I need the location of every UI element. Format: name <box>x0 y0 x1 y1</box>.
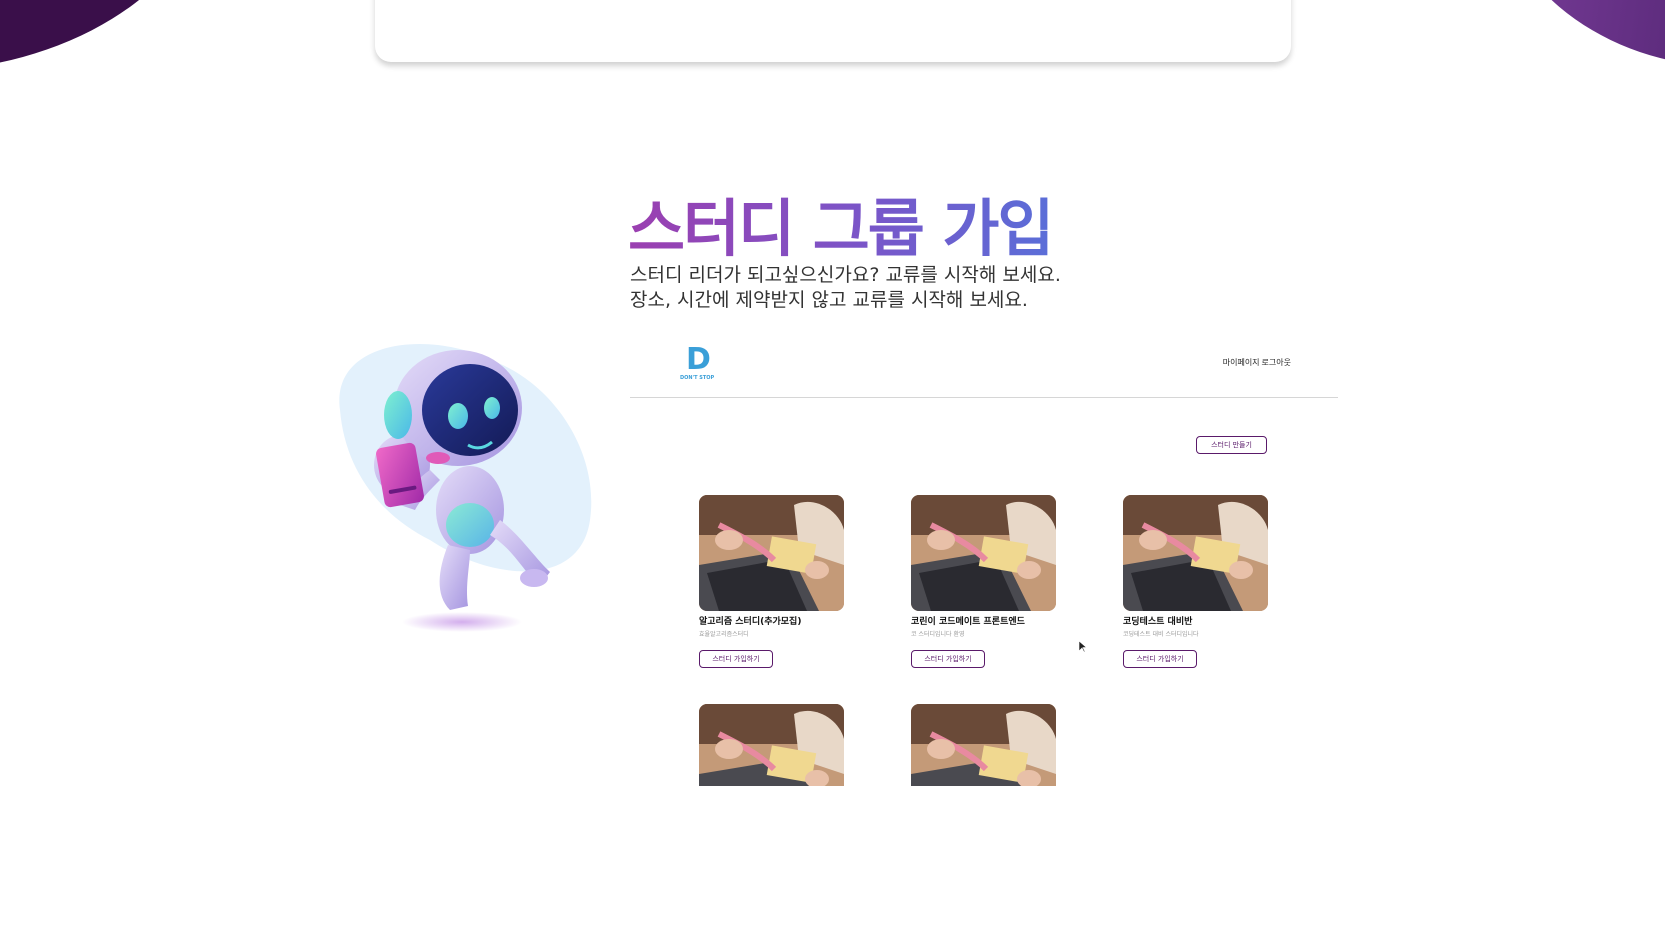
study-card: 알고리즘 스터디(추가모집) 효율알고리즘스터디 스터디 가입하기 <box>699 495 845 668</box>
study-card <box>699 704 845 786</box>
study-name: 코린이 코드메이트 프론트엔드 <box>911 617 1025 627</box>
study-image <box>911 495 1056 611</box>
study-card <box>911 704 1057 786</box>
study-thumbnail[interactable] <box>911 495 1056 611</box>
study-description: 코 스터디입니다 환영 <box>911 631 965 638</box>
study-thumbnail[interactable] <box>1123 495 1268 611</box>
create-study-button[interactable]: 스터디 만들기 <box>1196 436 1267 454</box>
nav-links: 마이페이지 로그아웃 <box>1221 357 1291 368</box>
join-study-button[interactable]: 스터디 가입하기 <box>911 650 985 668</box>
study-thumbnail[interactable] <box>699 704 844 786</box>
study-thumbnail[interactable] <box>699 495 844 611</box>
study-thumbnail[interactable] <box>911 704 1056 786</box>
subtitle-line-2: 장소, 시간에 제약받지 않고 교류를 시작해 보세요. <box>630 289 1028 311</box>
study-image <box>699 704 844 786</box>
logo-letter: D <box>686 342 711 377</box>
study-image <box>699 495 844 611</box>
mypage-link[interactable]: 마이페이지 <box>1223 358 1260 367</box>
logout-link[interactable]: 로그아웃 <box>1262 358 1291 367</box>
join-study-button[interactable]: 스터디 가입하기 <box>1123 650 1197 668</box>
logo[interactable]: D DON'T STOP <box>680 342 718 385</box>
subtitle-line-1: 스터디 리더가 되고싶으신가요? 교류를 시작해 보세요. <box>630 264 1061 286</box>
study-name: 알고리즘 스터디(추가모집) <box>699 617 802 627</box>
study-image <box>1123 495 1268 611</box>
corner-decoration-right <box>1474 0 1665 65</box>
page-title: 스터디 그룹 가입 <box>628 178 1054 268</box>
join-study-button[interactable]: 스터디 가입하기 <box>699 650 773 668</box>
robot-illustration <box>339 344 592 632</box>
corner-decoration-left <box>0 0 231 68</box>
study-name: 코딩테스트 대비반 <box>1123 617 1193 627</box>
page-subtitle: 스터디 리더가 되고싶으신가요? 교류를 시작해 보세요. 장소, 시간에 제약… <box>630 263 1061 313</box>
mouse-pointer-icon <box>1079 641 1087 653</box>
study-description: 코딩테스트 대비 스터디입니다 <box>1123 631 1199 638</box>
app-preview: D DON'T STOP 마이페이지 로그아웃 스터디 만들기 알고리즘 스터디(… <box>630 335 1338 786</box>
logo-text: DON'T STOP <box>680 375 715 381</box>
study-card: 코린이 코드메이트 프론트엔드 코 스터디입니다 환영 스터디 가입하기 <box>911 495 1057 668</box>
top-card <box>375 0 1291 62</box>
top-nav: D DON'T STOP 마이페이지 로그아웃 <box>630 335 1338 398</box>
study-description: 효율알고리즘스터디 <box>699 631 749 638</box>
study-card: 코딩테스트 대비반 코딩테스트 대비 스터디입니다 스터디 가입하기 <box>1123 495 1269 668</box>
study-image <box>911 704 1056 786</box>
